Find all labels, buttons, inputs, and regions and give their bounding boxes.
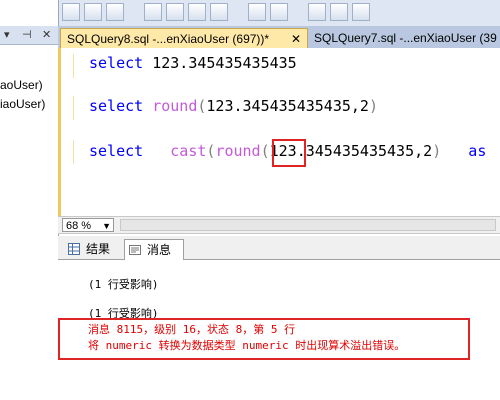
tab-label: SQLQuery7.sql -...enXiaoUser (39 (314, 31, 497, 45)
message-line: (1 行受影响) (88, 278, 159, 291)
toolbar (0, 0, 500, 27)
close-icon[interactable]: ✕ (42, 28, 51, 41)
object-explorer-header: ▾ ⊣ ✕ (0, 26, 58, 45)
tab-label: 消息 (147, 243, 172, 257)
paren: ( (260, 142, 270, 160)
toolbar-button[interactable] (166, 3, 184, 21)
messages-pane: (1 行受影响) (1 行受影响) 消息 8115，级别 16，状态 8，第 5… (58, 260, 500, 400)
chevron-down-icon: ▼ (102, 221, 111, 231)
toolbar-button[interactable] (270, 3, 288, 21)
results-tab-strip: 结果 消息 (58, 236, 500, 260)
object-explorer-panel: ▾ ⊣ ✕ aoUser) iaoUser) (0, 0, 59, 400)
pin-icon[interactable]: ⊣ (22, 28, 32, 41)
toolbar-button[interactable] (62, 3, 80, 21)
keyword-select: select (89, 97, 144, 115)
toolbar-button[interactable] (188, 3, 206, 21)
literal: 345435435435,2 (305, 142, 433, 160)
tab-messages[interactable]: 消息 (124, 239, 184, 260)
literal: 123.345435435435 (143, 54, 297, 72)
message-icon (129, 245, 141, 255)
code-line-2: select round(123.345435435435,2) (89, 97, 378, 115)
annotation-error-box (58, 318, 470, 360)
tab-label: 结果 (86, 242, 111, 256)
tab-label: SQLQuery8.sql -...enXiaoUser (697))* (67, 32, 270, 46)
outline-marker (73, 54, 74, 78)
editor-status-bar: 68 % ▼ (58, 216, 500, 234)
function-round: round (215, 142, 261, 160)
toolbar-button[interactable] (352, 3, 370, 21)
zoom-value: 68 % (66, 220, 92, 232)
close-icon[interactable]: ✕ (291, 29, 301, 49)
function-cast: cast (143, 142, 207, 160)
toolbar-button[interactable] (308, 3, 326, 21)
grid-icon (68, 243, 80, 255)
toolbar-button[interactable] (330, 3, 348, 21)
outline-marker (73, 96, 74, 120)
tree-item[interactable]: aoUser) (0, 78, 43, 92)
paren: ) (368, 97, 378, 115)
horizontal-scrollbar[interactable] (120, 219, 496, 231)
toolbar-button[interactable] (84, 3, 102, 21)
tab-sqlquery7[interactable]: SQLQuery7.sql -...enXiaoUser (39 (308, 28, 500, 48)
literal: 123.345435435435,2 (206, 97, 369, 115)
paren: ) (432, 142, 442, 160)
keyword-select: select (89, 142, 144, 160)
tab-sqlquery8[interactable]: SQLQuery8.sql -...enXiaoUser (697))* ✕ (60, 28, 308, 48)
tab-results[interactable]: 结果 (64, 239, 122, 260)
toolbar-button[interactable] (144, 3, 162, 21)
keyword-as: as (441, 142, 487, 160)
query-editor[interactable]: select 123.345435435435 select round(123… (58, 48, 500, 216)
toolbar-button[interactable] (106, 3, 124, 21)
chevron-down-icon[interactable]: ▾ (4, 28, 10, 41)
function-round: round (143, 97, 198, 115)
annotation-highlight-box (272, 139, 306, 167)
outline-marker (73, 140, 74, 164)
code-line-1: select 123.345435435435 (89, 54, 297, 72)
keyword-select: select (89, 54, 144, 72)
toolbar-button[interactable] (248, 3, 266, 21)
document-tab-strip: SQLQuery8.sql -...enXiaoUser (697))* ✕ S… (58, 26, 500, 48)
zoom-select[interactable]: 68 % ▼ (62, 218, 114, 232)
tree-item[interactable]: iaoUser) (0, 97, 45, 111)
toolbar-button[interactable] (210, 3, 228, 21)
